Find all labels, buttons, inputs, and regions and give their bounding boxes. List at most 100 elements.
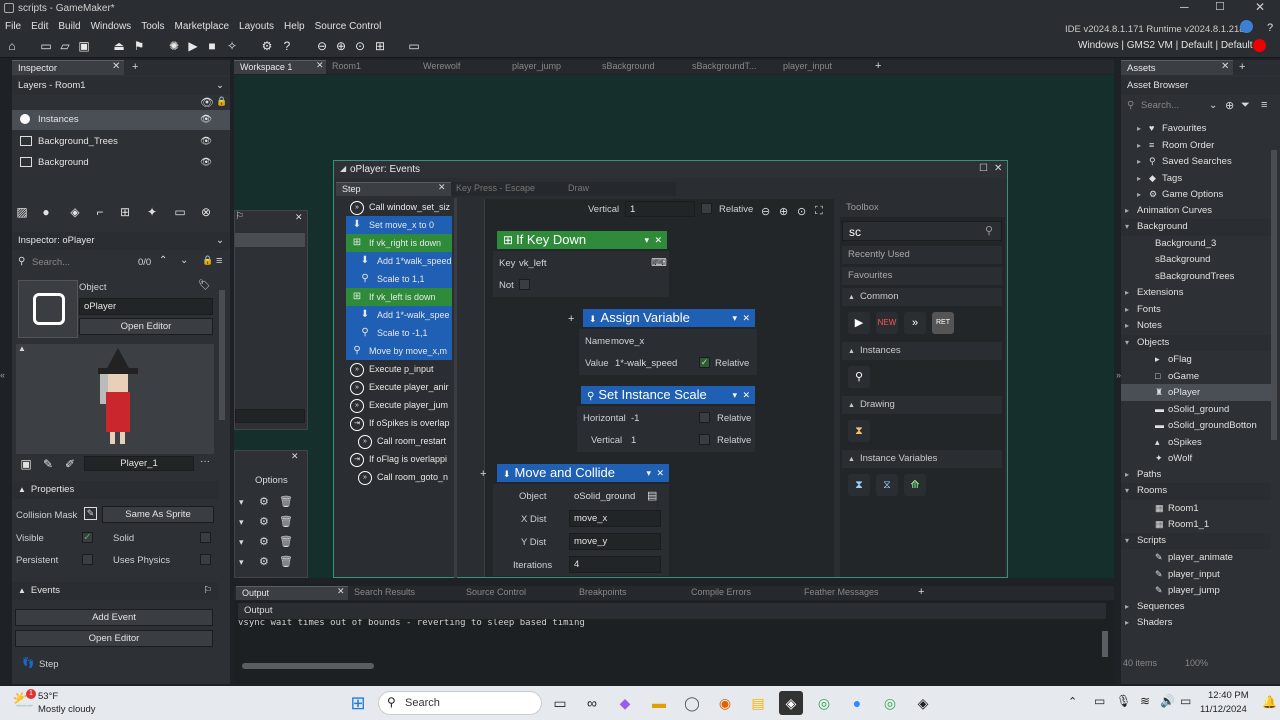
zoom-icon[interactable]: ● xyxy=(845,691,869,715)
new-project-icon[interactable]: ▭ xyxy=(37,37,55,55)
close-tab-icon[interactable]: ✕ xyxy=(112,61,120,72)
tab-step[interactable]: Step xyxy=(336,182,451,196)
event-action-item[interactable]: ⬇ Add 1*walk_speed xyxy=(346,252,452,270)
assign-variable-block[interactable]: ⬇ Assign Variable ▾ ✕ xyxy=(583,309,755,327)
relative-checkbox[interactable] xyxy=(699,412,710,423)
gamemaker-icon[interactable]: ◈ xyxy=(779,691,803,715)
asset-tree-item[interactable]: ▾ Rooms xyxy=(1121,483,1271,500)
events-header[interactable]: ▲ Events ⚐ xyxy=(12,582,218,600)
chrome-icon[interactable]: ◎ xyxy=(812,691,836,715)
inspector-scrollbar[interactable] xyxy=(219,290,225,420)
get-scale-icon[interactable]: ⧗ xyxy=(848,474,870,496)
tab-werewolf[interactable]: Werewolf xyxy=(417,60,466,74)
collapsed-arrow-icon[interactable]: ▸ xyxy=(1125,467,1137,484)
meta-icon[interactable]: ∞ xyxy=(580,691,604,715)
asset-tree-item[interactable]: ▸ oFlag xyxy=(1121,351,1271,368)
tag-icon[interactable]: 🏷 xyxy=(198,280,211,291)
settings-icon[interactable]: ⚙ xyxy=(258,37,276,55)
block-menu-icon[interactable]: ▾ xyxy=(646,464,651,482)
tab-workspace-1[interactable]: Workspace 1 xyxy=(234,60,326,74)
edit-mask-icon[interactable]: ✎ xyxy=(84,507,97,520)
account-icon[interactable] xyxy=(1240,20,1253,33)
event-action-item[interactable]: ⇥ If oFlag is overlappi xyxy=(346,450,452,468)
zoom-out-icon[interactable]: ⊖ xyxy=(761,205,770,218)
expanded-arrow-icon[interactable]: ▾ xyxy=(1125,483,1137,500)
stop-icon[interactable]: ■ xyxy=(203,37,221,55)
horizontal-value[interactable]: -1 xyxy=(631,413,639,424)
more-options-button[interactable]: ··· xyxy=(200,456,210,467)
menu-icon[interactable]: ≡ xyxy=(1261,99,1267,111)
asset-tree-item[interactable]: ✎ player_input xyxy=(1121,566,1271,583)
event-action-item[interactable]: » Call room_restart xyxy=(346,432,452,450)
asset-tree-item[interactable]: ▾ Scripts xyxy=(1121,532,1271,549)
drive-icon[interactable]: ▭ xyxy=(1094,694,1105,708)
block-menu-icon[interactable]: ▾ xyxy=(732,386,737,404)
add-event-button[interactable]: Add Event xyxy=(15,609,213,626)
output-hscroll[interactable] xyxy=(242,663,374,669)
inspector-tab[interactable]: Inspector xyxy=(12,60,124,75)
add-effect-layer-icon[interactable]: ✦ xyxy=(144,204,160,220)
zoom-reset-icon[interactable]: ⊙ xyxy=(797,205,806,218)
layers-header[interactable]: Layers - Room1 ⌄ xyxy=(12,77,230,95)
key-value[interactable]: vk_left xyxy=(519,258,546,269)
add-tab-icon[interactable]: + xyxy=(875,60,881,72)
tab-sbackground[interactable]: sBackground xyxy=(596,60,661,74)
expanded-arrow-icon[interactable]: ▾ xyxy=(1125,335,1137,352)
gear-icon[interactable]: ⚙ xyxy=(259,535,269,548)
set-scale-icon[interactable]: ⚲ xyxy=(848,366,870,388)
instance-variables-section[interactable]: ▲ Instance Variables xyxy=(842,450,1002,468)
tab-source-control[interactable]: Source Control xyxy=(460,586,532,600)
output-window-icon[interactable]: ▭ xyxy=(405,37,423,55)
xdist-field[interactable]: move_x xyxy=(569,510,661,527)
drawing-section[interactable]: ▲ Drawing xyxy=(842,396,1002,414)
move-and-collide-block[interactable]: ⬇ Move and Collide ▾ ✕ xyxy=(497,464,669,482)
right-dock-arrow[interactable]: » xyxy=(1116,370,1124,382)
block-close-icon[interactable]: ✕ xyxy=(742,309,750,327)
sprite-select-icon[interactable]: ▣ xyxy=(18,456,34,472)
common-section[interactable]: ▲ Common xyxy=(842,288,1002,306)
save-icon[interactable]: ▣ xyxy=(75,37,93,55)
tab-breakpoints[interactable]: Breakpoints xyxy=(573,586,633,600)
asset-tree-item[interactable]: sBackground xyxy=(1121,252,1271,269)
maximize-icon[interactable]: ☐ xyxy=(979,163,988,174)
step-event-label[interactable]: Step xyxy=(39,659,59,670)
event-action-item[interactable]: ⊞ If vk_left is down xyxy=(346,288,452,306)
toolbox-search[interactable]: sc ⚲ xyxy=(842,221,1002,241)
iterations-field[interactable]: 4 xyxy=(569,556,661,573)
close-icon[interactable]: ✕ xyxy=(291,451,299,462)
debug-icon[interactable]: ✺ xyxy=(165,37,183,55)
event-action-item[interactable]: ⚲ Move by move_x,m xyxy=(346,342,452,360)
gear-icon[interactable]: ⚙ xyxy=(259,495,269,508)
asset-tree-item[interactable]: ▴ oSpikes xyxy=(1121,434,1271,451)
brush-icon[interactable]: ✐ xyxy=(62,456,78,472)
asset-tree-item[interactable]: ▸ Fonts xyxy=(1121,302,1271,319)
assets-tab[interactable]: Assets xyxy=(1121,60,1233,75)
asset-tree-item[interactable]: ▸ ◆ Tags xyxy=(1121,170,1271,187)
collapsed-arrow-icon[interactable]: ▸ xyxy=(1125,302,1137,319)
asset-tree-item[interactable]: □ oGame xyxy=(1121,368,1271,385)
eye-icon[interactable]: 👁 xyxy=(200,132,212,152)
block-menu-icon[interactable]: ▾ xyxy=(732,309,737,327)
firefox-icon[interactable]: ◉ xyxy=(713,691,737,715)
event-action-item[interactable]: » Call room_goto_n xyxy=(346,468,452,486)
close-tab-icon[interactable]: ✕ xyxy=(337,586,345,597)
asset-tree-item[interactable]: ▬ oSolid_ground xyxy=(1121,401,1271,418)
dropdown-arrow-icon[interactable]: ▾ xyxy=(239,557,244,568)
ydist-field[interactable]: move_y xyxy=(569,533,661,550)
tab-feather-messages[interactable]: Feather Messages xyxy=(798,586,885,600)
asset-tree-item[interactable]: ▸ ⚙ Game Options xyxy=(1121,186,1271,203)
asset-tree-item[interactable]: ✎ player_jump xyxy=(1121,582,1271,599)
asset-tree-item[interactable]: ▸ ♥ Favourites xyxy=(1121,120,1271,137)
clock-time[interactable]: 12:40 PM xyxy=(1208,690,1249,701)
asset-tree-item[interactable]: ▸ Sequences xyxy=(1121,599,1271,616)
delete-layer-icon[interactable]: ⊗ xyxy=(198,204,214,220)
draw-scaled-icon[interactable]: ⧗ xyxy=(848,420,870,442)
add-asset-icon[interactable]: ⊕ xyxy=(1225,99,1234,112)
collapsed-arrow-icon[interactable]: ▸ xyxy=(1137,187,1149,204)
collapsed-arrow-icon[interactable]: ▸ xyxy=(1125,285,1137,302)
collapse-icon[interactable]: ▲ xyxy=(18,344,26,353)
start-icon[interactable]: ⊞ xyxy=(346,691,370,715)
expanded-arrow-icon[interactable]: ▾ xyxy=(1125,219,1137,236)
tab-search-results[interactable]: Search Results xyxy=(348,586,421,600)
add-background-layer-icon[interactable]: ▨ xyxy=(14,204,30,220)
